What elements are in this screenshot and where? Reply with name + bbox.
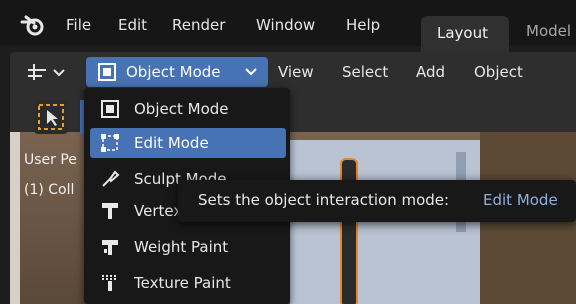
edit-mode-icon [101,134,119,152]
menu-item-texture-paint[interactable]: Texture Paint [90,268,286,298]
tab-model[interactable]: Model [526,22,571,40]
object-mode-icon [101,100,119,118]
mode-dropdown-label: Object Mode [126,63,221,81]
menu-select[interactable]: Select [342,63,388,81]
select-cursor-icon [38,104,64,130]
weight-paint-icon [102,240,118,255]
top-menu-bar: File Edit Render Window Help Layout Mode… [0,0,576,52]
tab-layout-label: Layout [437,24,488,42]
tooltip-value: Edit Mode [483,191,558,209]
chevron-down-icon [245,68,257,76]
menu-file[interactable]: File [66,16,91,34]
menu-help[interactable]: Help [346,16,380,34]
select-box-tool-button[interactable] [34,100,68,134]
menu-window[interactable]: Window [256,16,315,34]
viewport-overlay-collection: (1) Coll [24,182,75,198]
interaction-mode-dropdown[interactable]: Object Mode [86,57,268,87]
menu-edit[interactable]: Edit [118,16,147,34]
menu-item-label: Object Mode [134,100,229,118]
texture-paint-icon [102,275,118,291]
menu-render[interactable]: Render [172,16,225,34]
menu-view[interactable]: View [278,63,314,81]
pivot-icon [28,64,65,80]
tooltip: Sets the object interaction mode: Edit M… [178,180,576,222]
vertex-paint-icon [102,203,118,219]
sculpt-mode-icon [102,170,120,187]
blender-logo-icon[interactable] [20,14,46,36]
menu-item-object-mode[interactable]: Object Mode [90,94,286,124]
scene-edge [10,132,20,304]
menu-add[interactable]: Add [416,63,445,81]
tooltip-description: Sets the object interaction mode: [198,191,450,209]
menu-item-label: Texture Paint [134,274,231,292]
menu-item-label: Weight Paint [134,238,229,256]
object-mode-icon [98,63,116,81]
menu-object[interactable]: Object [474,63,523,81]
menu-item-label: Edit Mode [134,134,209,152]
viewport-header: Object Mode View Select Add Object [10,52,576,92]
tab-layout[interactable]: Layout [421,16,509,52]
menu-item-edit-mode[interactable]: Edit Mode [90,128,286,158]
transform-pivot-button[interactable] [24,58,74,86]
menu-item-weight-paint[interactable]: Weight Paint [90,232,286,262]
viewport-overlay-view-name: User Pe [24,152,77,168]
